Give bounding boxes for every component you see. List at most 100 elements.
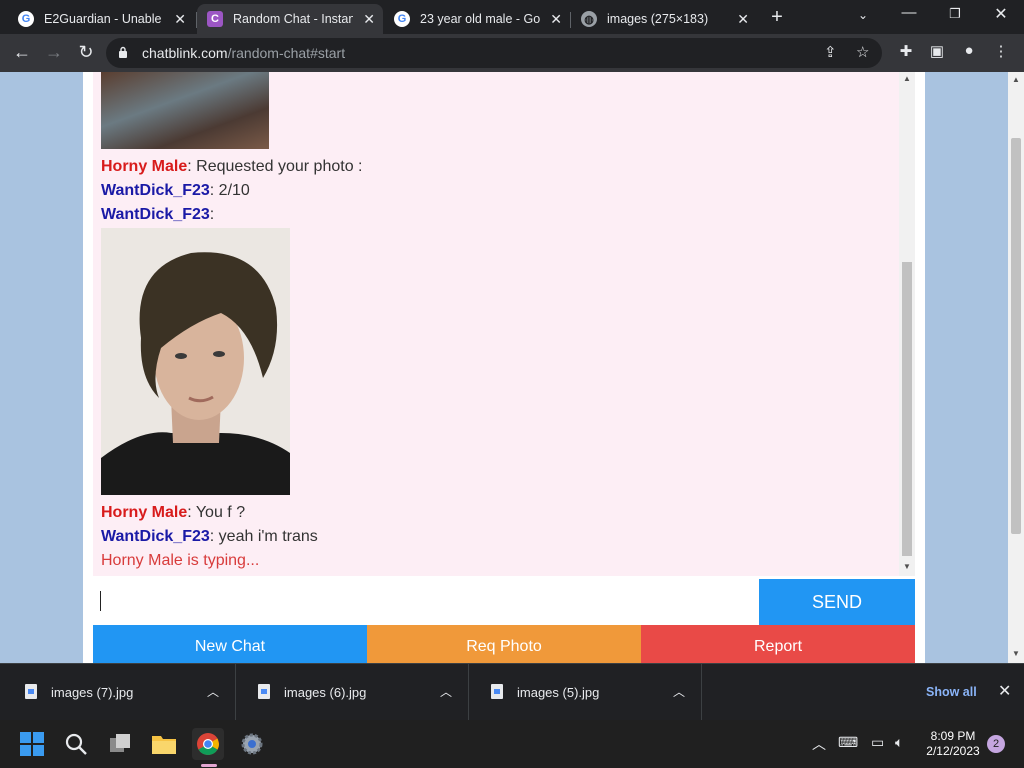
shared-photo[interactable] — [101, 72, 269, 149]
network-icon[interactable]: ▭ — [871, 734, 884, 751]
bookmark-star-icon[interactable]: ☆ — [856, 43, 869, 61]
window-close-icon[interactable]: ✕ — [986, 4, 1016, 24]
task-view-glyph — [110, 734, 130, 752]
magnifier-glyph — [65, 733, 87, 755]
username: WantDick_F23 — [101, 206, 210, 223]
download-filename: images (5).jpg — [517, 685, 600, 700]
menu-icon[interactable]: ⋮ — [990, 42, 1012, 60]
download-item[interactable]: images (6).jpg ︿ — [236, 664, 469, 721]
message-text: : Requested your photo : — [187, 158, 363, 175]
extensions-icon[interactable]: ✚ — [895, 42, 917, 60]
chevron-up-icon[interactable]: ︿ — [673, 683, 685, 700]
download-filename: images (6).jpg — [284, 685, 367, 700]
file-explorer-icon[interactable] — [148, 728, 180, 760]
image-file-icon — [491, 684, 503, 699]
address-bar[interactable]: chatblink.com/random-chat#start ⇪ ☆ — [106, 38, 882, 68]
volume-icon[interactable]: 🔈︎ — [895, 734, 903, 751]
tab-search-icon[interactable]: ⌄ — [848, 8, 878, 22]
tab-random-chat[interactable]: C Random Chat - Instant ✕ — [197, 4, 383, 34]
google-icon: G — [18, 11, 34, 27]
chevron-up-icon[interactable]: ︿ — [207, 683, 219, 700]
windows-taskbar: ︿ ⌨ ▭ 🔈︎ 8:09 PM 2/12/2023 2 — [0, 720, 1024, 768]
search-icon[interactable] — [60, 728, 92, 760]
folder-glyph — [152, 736, 176, 754]
chrome-taskbar-icon[interactable] — [192, 728, 224, 760]
clock-time: 8:09 PM — [930, 729, 976, 743]
chat-message: Horny Male: Requested your photo : — [101, 158, 362, 176]
username: Horny Male — [101, 158, 188, 175]
chat-message: WantDick_F23: 2/10 — [101, 182, 250, 200]
tab-strip: G E2Guardian - Unable to ✕ C Random Chat… — [0, 0, 1024, 34]
chat-messages[interactable]: Horny Male: Requested your photo : WantD… — [93, 72, 899, 576]
tab-e2guardian[interactable]: G E2Guardian - Unable to ✕ — [8, 4, 194, 34]
scroll-up-icon[interactable]: ▲ — [1012, 75, 1020, 84]
clock-date: 2/12/2023 — [926, 744, 980, 758]
scroll-down-icon[interactable]: ▼ — [903, 562, 911, 571]
tab-google-search[interactable]: G 23 year old male - Goo ✕ — [384, 4, 570, 34]
scroll-down-icon[interactable]: ▼ — [1012, 649, 1020, 658]
close-tab-icon[interactable]: ✕ — [363, 11, 375, 28]
scrollbar-thumb[interactable] — [1011, 138, 1021, 534]
browser-toolbar: ← → ↻ chatblink.com/random-chat#start ⇪ … — [0, 34, 1024, 72]
globe-icon: ◍ — [581, 11, 597, 27]
username: Horny Male — [101, 504, 188, 521]
close-tab-icon[interactable]: ✕ — [550, 11, 562, 28]
close-tab-icon[interactable]: ✕ — [737, 11, 749, 28]
google-icon: G — [394, 11, 410, 27]
chat-message: WantDick_F23: yeah i'm trans — [101, 528, 318, 546]
keyboard-icon[interactable]: ⌨ — [838, 734, 858, 751]
minimize-icon[interactable]: — — [894, 4, 924, 21]
report-button[interactable]: Report — [641, 625, 915, 663]
side-panel-icon[interactable]: ▣ — [926, 42, 948, 60]
message-text: : yeah i'm trans — [209, 528, 318, 545]
chat-actions: New Chat Req Photo Report — [93, 625, 915, 663]
close-tab-icon[interactable]: ✕ — [174, 11, 186, 28]
portrait-image — [101, 228, 290, 495]
windows-start-icon[interactable] — [16, 728, 48, 760]
page-scrollbar[interactable]: ▲ ▼ — [1008, 72, 1024, 663]
lock-icon — [119, 46, 127, 58]
send-button[interactable]: SEND — [759, 579, 915, 625]
page-viewport: Horny Male: Requested your photo : WantD… — [0, 72, 1024, 663]
new-tab-icon[interactable]: + — [766, 6, 788, 29]
settings-gear-icon[interactable] — [236, 728, 268, 760]
share-icon[interactable]: ⇪ — [824, 43, 837, 61]
messages-scrollbar[interactable]: ▲ ▼ — [899, 72, 915, 576]
username: WantDick_F23 — [101, 182, 210, 199]
shared-photo[interactable] — [101, 228, 290, 495]
new-chat-button[interactable]: New Chat — [93, 625, 367, 663]
back-icon[interactable]: ← — [10, 40, 34, 64]
download-item[interactable]: images (5).jpg ︿ — [469, 664, 702, 721]
task-view-icon[interactable] — [104, 728, 136, 760]
show-all-downloads-link[interactable]: Show all — [926, 685, 977, 699]
forward-icon[interactable]: → — [42, 40, 66, 64]
notification-badge[interactable]: 2 — [987, 735, 1005, 753]
reload-icon[interactable]: ↻ — [74, 40, 98, 64]
download-filename: images (7).jpg — [51, 685, 134, 700]
message-text: : 2/10 — [209, 182, 250, 199]
gear-glyph — [241, 733, 263, 755]
tab-title: Random Chat - Instant — [233, 12, 353, 26]
scroll-up-icon[interactable]: ▲ — [903, 74, 911, 83]
request-photo-button[interactable]: Req Photo — [367, 625, 641, 663]
download-item[interactable]: images (7).jpg ︿ — [3, 664, 236, 721]
url-text: chatblink.com/random-chat#start — [142, 45, 345, 61]
restore-icon[interactable]: ❐ — [940, 6, 970, 22]
show-hidden-icons-chevron-icon[interactable]: ︿ — [812, 734, 826, 754]
chevron-up-icon[interactable]: ︿ — [440, 683, 452, 700]
message-input-row: SEND — [93, 579, 915, 625]
system-clock[interactable]: 8:09 PM 2/12/2023 — [920, 729, 986, 759]
tab-title: E2Guardian - Unable to — [44, 12, 164, 26]
tab-title: 23 year old male - Goo — [420, 12, 540, 26]
url-path: /random-chat#start — [227, 45, 346, 61]
message-input[interactable] — [93, 579, 759, 625]
profile-icon[interactable]: ● — [958, 42, 980, 59]
close-downloads-icon[interactable]: ✕ — [998, 681, 1011, 701]
tab-images[interactable]: ◍ images (275×183) ✕ — [571, 4, 757, 34]
typing-indicator: Horny Male is typing... — [101, 552, 260, 569]
scrollbar-thumb[interactable] — [902, 262, 912, 556]
chat-container: Horny Male: Requested your photo : WantD… — [83, 72, 925, 663]
active-app-indicator — [201, 764, 217, 767]
image-file-icon — [258, 684, 270, 699]
windows-logo-icon — [20, 732, 44, 756]
